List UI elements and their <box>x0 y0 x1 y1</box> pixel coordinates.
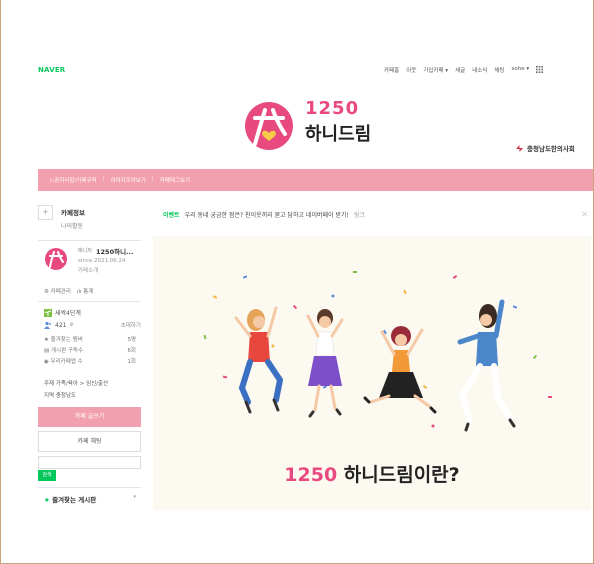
event-link[interactable]: 링크 <box>354 210 365 219</box>
favorite-boards-toggle[interactable]: ★ 즐겨찾는 게시판 ▾ <box>44 494 136 504</box>
cafe-menu-bar: ▷공지사항/카페규칙 | 이미지모아보기 | 카페태그보기 <box>38 169 593 191</box>
divider <box>38 487 141 488</box>
member-level: 새싹4단계 <box>55 310 81 317</box>
gnb-cafe-home[interactable]: 카페홈 <box>384 66 399 74</box>
gnb-my-news[interactable]: 내소식 <box>472 66 487 74</box>
cafe-intro-link[interactable]: 카페소개 <box>78 266 98 274</box>
cafe-logo-mark-icon <box>245 102 293 150</box>
naver-logo[interactable]: NAVER <box>38 66 65 74</box>
sidebar-search-input[interactable] <box>38 456 141 469</box>
sidebar: + 카페정보 나의활동 매니저 1250하니... since 2021.06.… <box>38 205 141 510</box>
jumping-woman-2 <box>306 309 344 418</box>
cafe-manage-link[interactable]: ⚙ 카페관리 <box>44 287 71 295</box>
sidebar-cafe-title[interactable]: 1250하니... <box>96 246 133 256</box>
hero-title-accent: 1250 <box>284 464 338 486</box>
notice-banner: 이벤트 우리 동네 궁금한 점은? 친이웃끼리 묻고 답하고 네이버페이 받기!… <box>163 210 588 219</box>
sprout-level-icon <box>44 308 52 317</box>
cafe-topic: 주제 가족/육아 > 임신/출산 <box>44 381 109 387</box>
global-nav: 카페홈 이웃 가입카페 ▾ 새글 내소식 채팅 sohe ▾ <box>384 66 544 74</box>
sponsor-name: 충청남도한의사회 <box>527 145 575 153</box>
cafe-logo[interactable]: 1250 하니드림 <box>243 96 393 152</box>
stat-fav-members-label: ★ 즐겨찾는 멤버 <box>44 337 83 343</box>
stat-app-label: ◉ 우리카페앱 수 <box>44 359 83 365</box>
menu-separator: | <box>102 176 105 182</box>
chevron-down-icon: ▾ <box>133 494 136 500</box>
cafe-thumbnail[interactable] <box>44 247 68 271</box>
invite-button[interactable]: 초대하기 <box>121 321 141 329</box>
tab-my-activity[interactable]: 나의활동 <box>61 221 85 230</box>
hero-title-text: 하니드림이란? <box>337 464 460 486</box>
tab-cafe-info[interactable]: 카페정보 <box>61 207 85 217</box>
manager-badge: 매니저 <box>78 248 92 254</box>
divider <box>38 240 141 241</box>
favorite-boards-label: 즐겨찾는 게시판 <box>52 496 97 504</box>
gnb-chat[interactable]: 채팅 <box>494 66 504 74</box>
hero-banner: 1250 하니드림이란? <box>153 236 591 510</box>
jumping-woman-1 <box>234 306 284 414</box>
members-settings-icon: ⚙ <box>69 322 74 328</box>
menu-separator: | <box>151 176 154 182</box>
event-badge: 이벤트 <box>163 212 180 219</box>
cafe-name: 하니드림 <box>305 124 372 145</box>
divider <box>38 301 141 302</box>
gnb-joined-cafes[interactable]: 가입카페 ▾ <box>423 66 448 74</box>
sidebar-search-button[interactable]: 검색 <box>38 470 56 481</box>
close-icon[interactable]: ✕ <box>581 210 588 219</box>
jumping-woman-3 <box>363 326 437 414</box>
hero-title: 1250 하니드림이란? <box>153 460 591 487</box>
member-count[interactable]: 421 <box>55 322 66 329</box>
stat-app-value: 1회 <box>127 359 136 365</box>
stat-fav-members-value: 5명 <box>127 337 136 343</box>
grid-icon[interactable] <box>536 66 544 73</box>
sponsor-icon <box>516 144 523 152</box>
gnb-neighbors[interactable]: 이웃 <box>406 66 416 74</box>
cafe-since: since 2021.06.24 <box>78 258 126 264</box>
gnb-user-menu[interactable]: sohe ▾ <box>512 66 530 74</box>
sponsor-logo[interactable]: 충청남도한의사회 <box>515 143 575 153</box>
cafe-chat-button[interactable]: 카페 채팅 <box>38 431 141 452</box>
star-icon: ★ <box>44 496 50 504</box>
cafe-stats-link[interactable]: ılı 통계 <box>77 287 93 295</box>
stat-board-subs-value: 6회 <box>127 348 136 354</box>
cafe-region: 지역 충청남도 <box>44 393 77 399</box>
members-icon <box>44 321 52 329</box>
menu-notice[interactable]: ▷공지사항/카페규칙 <box>50 176 97 184</box>
menu-image-gallery[interactable]: 이미지모아보기 <box>110 176 145 184</box>
write-post-button[interactable]: 카페 글쓰기 <box>38 407 141 427</box>
event-text[interactable]: 우리 동네 궁금한 점은? 친이웃끼리 묻고 답하고 네이버페이 받기! <box>185 210 349 219</box>
cafe-number: 1250 <box>305 98 360 119</box>
menu-tags[interactable]: 카페태그보기 <box>160 176 190 184</box>
jumping-woman-4 <box>457 299 516 432</box>
stat-board-subs-label: ▤ 게시판 구독수 <box>44 348 84 354</box>
cafe-info-tab-icon[interactable]: + <box>38 205 53 220</box>
gnb-new-posts[interactable]: 새글 <box>455 66 465 74</box>
